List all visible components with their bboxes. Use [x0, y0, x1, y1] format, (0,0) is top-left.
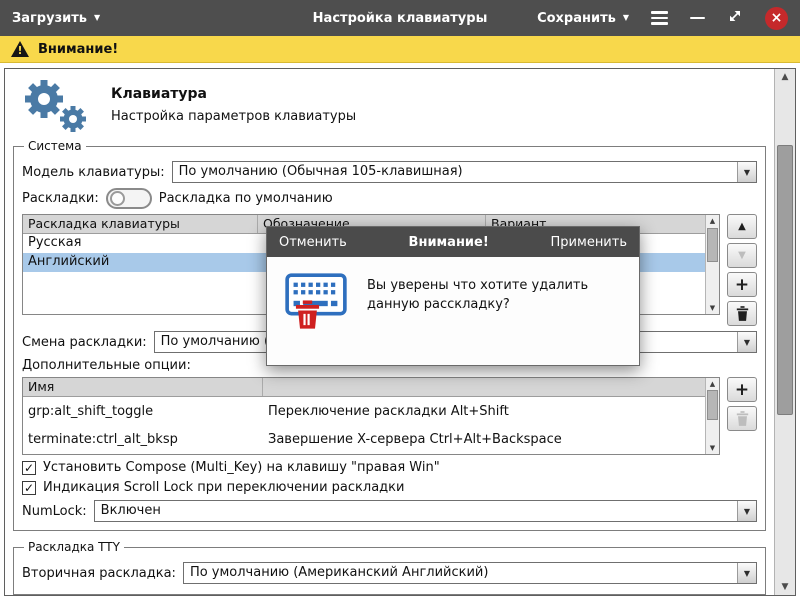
dropdown-arrow-icon[interactable]: ▼	[737, 332, 756, 352]
menu-icon[interactable]	[651, 8, 668, 28]
compose-key-label: Установить Compose (Multi_Key) на клавиш…	[43, 460, 440, 475]
page-header: Клавиатура Настройка параметров клавиату…	[5, 69, 774, 135]
gears-icon	[17, 74, 91, 136]
extra-options-label: Дополнительные опции:	[22, 358, 191, 373]
column-header-blank	[263, 378, 719, 396]
warning-icon	[11, 41, 29, 57]
layouts-table-scrollbar[interactable]: ▲ ▼	[705, 215, 719, 314]
option-row-terminate[interactable]: terminate:ctrl_alt_bksp Завершение X-сер…	[23, 425, 719, 453]
scroll-down-icon[interactable]: ▼	[775, 582, 795, 592]
confirm-delete-dialog: Отменить Внимание! Применить	[266, 226, 640, 366]
delete-option-button[interactable]	[727, 406, 757, 431]
scroll-down-icon[interactable]: ▼	[706, 304, 719, 312]
dropdown-arrow-icon[interactable]: ▼	[737, 563, 756, 583]
column-header-layout: Раскладка клавиатуры	[23, 215, 258, 233]
save-menu-label: Сохранить	[537, 11, 616, 26]
maximize-button[interactable]	[727, 8, 743, 28]
add-layout-button[interactable]: +	[727, 272, 757, 297]
cell-option-description: Переключение раскладки Alt+Shift	[263, 403, 719, 420]
up-arrow-icon: ▲	[738, 221, 746, 232]
scroll-down-icon[interactable]: ▼	[706, 444, 719, 452]
warning-text: Внимание!	[38, 42, 118, 57]
dialog-cancel-button[interactable]: Отменить	[279, 235, 347, 250]
cell-option-name: terminate:ctrl_alt_bksp	[23, 431, 263, 448]
numlock-label: NumLock:	[22, 504, 87, 519]
default-layout-toggle-label: Раскладка по умолчанию	[159, 191, 333, 206]
scrollbar-thumb[interactable]	[777, 145, 793, 415]
column-header-name: Имя	[23, 378, 263, 396]
trash-icon	[736, 411, 749, 426]
layout-switching-label: Смена раскладки:	[22, 335, 147, 350]
default-layout-toggle[interactable]	[106, 188, 152, 209]
trash-icon	[295, 300, 320, 329]
delete-layout-button[interactable]	[727, 301, 757, 326]
save-menu-button[interactable]: Сохранить ▼	[537, 11, 629, 26]
window-scrollbar[interactable]: ▲ ▼	[774, 69, 795, 595]
plus-icon: +	[735, 380, 749, 400]
window-title: Настройка клавиатуры	[313, 11, 488, 26]
page-title: Клавиатура	[111, 86, 356, 102]
caret-down-icon: ▼	[623, 14, 629, 22]
scroll-lock-indicator-label: Индикация Scroll Lock при переключении р…	[43, 480, 404, 495]
secondary-layout-select[interactable]: По умолчанию (Американский Английский) ▼	[183, 562, 757, 584]
options-table-header: Имя	[23, 378, 719, 397]
resize-diagonal-icon	[727, 8, 743, 24]
toggle-knob-icon	[110, 191, 125, 206]
scrollbar-thumb[interactable]	[707, 228, 718, 262]
dropdown-arrow-icon[interactable]: ▼	[737, 501, 756, 521]
add-option-button[interactable]: +	[727, 377, 757, 402]
dialog-title: Внимание!	[347, 235, 551, 250]
numlock-select[interactable]: Включен ▼	[94, 500, 757, 522]
caret-down-icon: ▼	[94, 14, 100, 22]
cell-layout: Английский	[23, 253, 258, 272]
cell-layout: Русская	[23, 234, 258, 253]
move-layout-down-button[interactable]: ▼	[727, 243, 757, 268]
dialog-header: Отменить Внимание! Применить	[267, 227, 639, 257]
scroll-up-icon[interactable]: ▲	[706, 217, 719, 225]
compose-key-checkbox[interactable]: ✓	[22, 461, 36, 475]
keyboard-model-select[interactable]: По умолчанию (Обычная 105-клавишная) ▼	[172, 161, 757, 183]
close-icon: ×	[771, 11, 783, 25]
scrollbar-thumb[interactable]	[707, 390, 718, 420]
close-button[interactable]: ×	[765, 7, 788, 30]
numlock-value: Включен	[95, 501, 737, 521]
minimize-icon	[690, 17, 705, 20]
option-row-grp-toggle[interactable]: grp:alt_shift_toggle Переключение раскла…	[23, 397, 719, 425]
plus-icon: +	[735, 275, 749, 295]
scroll-up-icon[interactable]: ▲	[706, 380, 719, 388]
scroll-up-icon[interactable]: ▲	[775, 72, 795, 82]
layouts-label: Раскладки:	[22, 191, 99, 206]
secondary-layout-label: Вторичная раскладка:	[22, 566, 176, 581]
keyboard-settings-window: Загрузить ▼ Настройка клавиатуры Сохрани…	[0, 0, 800, 600]
delete-keyboard-layout-icon	[285, 273, 351, 345]
check-icon: ✓	[24, 462, 34, 474]
tty-group-legend: Раскладка TTY	[24, 540, 124, 554]
cell-option-description: Завершение X-сервера Ctrl+Alt+Backspace	[263, 431, 719, 448]
load-menu-button[interactable]: Загрузить ▼	[12, 11, 100, 26]
dialog-apply-button[interactable]: Применить	[551, 235, 627, 250]
dialog-message: Вы уверены что хотите удалить данную рас…	[367, 273, 625, 315]
page-subtitle: Настройка параметров клавиатуры	[111, 109, 356, 124]
move-layout-up-button[interactable]: ▲	[727, 214, 757, 239]
check-icon: ✓	[24, 482, 34, 494]
dialog-body: Вы уверены что хотите удалить данную рас…	[267, 257, 639, 365]
tty-group: Раскладка TTY Вторичная раскладка: По ум…	[13, 540, 766, 595]
warning-bar: Внимание!	[0, 36, 800, 63]
dropdown-arrow-icon[interactable]: ▼	[737, 162, 756, 182]
system-group-legend: Система	[24, 139, 86, 153]
down-arrow-icon: ▼	[738, 250, 746, 261]
secondary-layout-value: По умолчанию (Американский Английский)	[184, 563, 737, 583]
cell-option-name: grp:alt_shift_toggle	[23, 403, 263, 420]
trash-icon	[736, 306, 749, 321]
load-menu-label: Загрузить	[12, 11, 87, 26]
scroll-lock-indicator-checkbox[interactable]: ✓	[22, 481, 36, 495]
options-table-scrollbar[interactable]: ▲ ▼	[705, 378, 719, 454]
keyboard-model-value: По умолчанию (Обычная 105-клавишная)	[173, 162, 737, 182]
minimize-button[interactable]	[690, 17, 705, 20]
options-table: Имя grp:alt_shift_toggle Переключение ра…	[22, 377, 720, 455]
keyboard-model-label: Модель клавиатуры:	[22, 165, 165, 180]
titlebar: Загрузить ▼ Настройка клавиатуры Сохрани…	[0, 0, 800, 36]
